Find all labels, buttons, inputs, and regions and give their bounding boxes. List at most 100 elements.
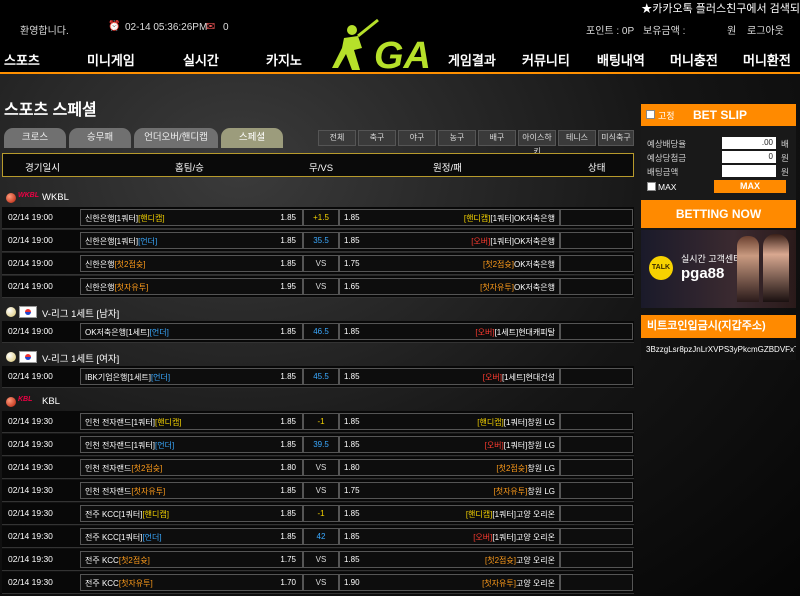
away-bet-cell[interactable]: 1.85 [오버][1세트]현대건설 <box>339 368 560 385</box>
nav-withdraw[interactable]: 머니환전 <box>743 50 791 69</box>
away-bet-cell[interactable]: 1.75 [첫2점슛]OK저축은행 <box>339 255 560 272</box>
filter-basketball[interactable]: 농구 <box>438 130 476 146</box>
nav-minigame[interactable]: 미니게임 <box>87 50 135 69</box>
away-team-name: 고양 오리온 <box>515 579 555 588</box>
away-bet-cell[interactable]: 1.80 [첫2점슛]창원 LG <box>339 459 560 476</box>
filter-tennis[interactable]: 테니스 <box>558 130 596 146</box>
match-date: 02/14 19:00 <box>8 371 53 381</box>
expected-rate-value: .00 <box>722 137 776 149</box>
message-icon[interactable]: ✉ <box>206 20 215 33</box>
away-bet-cell[interactable]: 1.65 [첫자유투]OK저축은행 <box>339 278 560 295</box>
filter-soccer[interactable]: 축구 <box>358 130 396 146</box>
message-count[interactable]: 0 <box>223 22 229 33</box>
away-odds: 1.85 <box>344 213 360 222</box>
draw-cell[interactable]: 35.5 <box>303 232 339 249</box>
draw-cell[interactable]: 39.5 <box>303 436 339 453</box>
away-bet-type: [첫자유투] <box>482 579 516 588</box>
home-odds: 1.80 <box>280 463 296 472</box>
league-header[interactable]: WKBL WKBL <box>2 189 634 207</box>
home-bet-cell[interactable]: IBK기업은행[1세트][언더] 1.85 <box>80 368 303 385</box>
nav-casino[interactable]: 카지노 <box>266 50 302 69</box>
away-bet-cell[interactable]: 1.85 [핸디캡][1쿼터]창원 LG <box>339 413 560 430</box>
home-team: 전주 KCC[첫자유투] <box>85 578 153 589</box>
fix-checkbox[interactable] <box>646 110 655 119</box>
away-bet-cell[interactable]: 1.75 [첫자유투]창원 LG <box>339 482 560 499</box>
away-bet-cell[interactable]: 1.85 [첫2점슛]고양 오리온 <box>339 551 560 568</box>
nav-sports[interactable]: 스포츠 <box>4 50 40 69</box>
nav-deposit[interactable]: 머니충전 <box>670 50 718 69</box>
away-bet-type: [핸디캡] <box>463 214 491 223</box>
max-button[interactable]: MAX <box>714 180 786 193</box>
away-bet-cell[interactable]: 1.90 [첫자유투]고양 오리온 <box>339 574 560 591</box>
table-row: 02/14 19:30 인천 전자랜드[첫자유투] 1.85 VS 1.75 [첫자유투]… <box>2 480 634 502</box>
draw-cell[interactable]: +1.5 <box>303 209 339 226</box>
home-bet-cell[interactable]: 전주 KCC[첫자유투] 1.70 <box>80 574 303 591</box>
tab-cross[interactable]: 크로스 <box>4 128 66 148</box>
draw-cell[interactable]: -1 <box>303 505 339 522</box>
home-odds: 1.85 <box>280 486 296 495</box>
draw-cell[interactable]: 42 <box>303 528 339 545</box>
home-bet-cell[interactable]: 신한은행[1쿼터][언더] 1.85 <box>80 232 303 249</box>
tab-under-over-handicap[interactable]: 언더오버/핸디캡 <box>134 128 218 148</box>
away-bet-cell[interactable]: 1.85 [오버][1세트]현대캐피탈 <box>339 323 560 340</box>
home-team-name: OK저축은행[1세트] <box>85 328 150 337</box>
filter-football[interactable]: 미식축구 <box>598 130 634 146</box>
home-bet-cell[interactable]: 신한은행[첫자유투] 1.95 <box>80 278 303 295</box>
tab-special[interactable]: 스페셜 <box>221 128 283 148</box>
home-team-name: 신한은행[1쿼터] <box>85 214 139 223</box>
draw-cell[interactable]: 45.5 <box>303 368 339 385</box>
home-bet-cell[interactable]: 인천 전자랜드[첫자유투] 1.85 <box>80 482 303 499</box>
home-odds: 1.85 <box>280 440 296 449</box>
home-team: OK저축은행[1세트][언더] <box>85 327 169 338</box>
match-date: 02/14 19:30 <box>8 462 53 472</box>
home-bet-cell[interactable]: OK저축은행[1세트][언더] 1.85 <box>80 323 303 340</box>
away-team: [오버][1쿼터]창원 LG <box>485 440 555 451</box>
away-bet-cell[interactable]: 1.85 [핸디캡][1쿼터]OK저축은행 <box>339 209 560 226</box>
logout-link[interactable]: 로그아웃 <box>747 22 784 37</box>
nav-live[interactable]: 실시간 <box>183 50 219 69</box>
max-checkbox[interactable] <box>647 182 656 191</box>
filter-all[interactable]: 전체 <box>318 130 356 146</box>
draw-cell[interactable]: -1 <box>303 413 339 430</box>
home-bet-cell[interactable]: 전주 KCC[첫2점슛] 1.75 <box>80 551 303 568</box>
filter-volleyball[interactable]: 배구 <box>478 130 516 146</box>
away-odds: 1.85 <box>344 417 360 426</box>
league-header[interactable]: V-리그 1세트 [여자] <box>2 348 634 366</box>
away-bet-cell[interactable]: 1.85 [오버][1쿼터]창원 LG <box>339 436 560 453</box>
site-logo[interactable]: GA <box>330 14 435 76</box>
draw-cell[interactable]: 46.5 <box>303 323 339 340</box>
away-team: [첫자유투]OK저축은행 <box>480 282 555 293</box>
home-bet-cell[interactable]: 신한은행[첫2점슛] 1.85 <box>80 255 303 272</box>
draw-cell: VS <box>303 255 339 272</box>
league-name: KBL <box>42 396 60 407</box>
nav-game-results[interactable]: 게임결과 <box>448 50 496 69</box>
away-bet-cell[interactable]: 1.85 [오버][1쿼터]고양 오리온 <box>339 528 560 545</box>
league-header[interactable]: V-리그 1세트 [남자] <box>2 303 634 321</box>
home-bet-cell[interactable]: 인천 전자랜드[1쿼터][핸디캡] 1.85 <box>80 413 303 430</box>
col-home: 홈팀/승 <box>175 163 204 174</box>
customer-center-banner[interactable]: TALK 실시간 고객센터 pga88 <box>641 230 796 308</box>
bet-slip-header: 고정 BET SLIP <box>641 104 796 126</box>
nav-community[interactable]: 커뮤니티 <box>522 50 570 69</box>
nav-bet-history[interactable]: 배팅내역 <box>597 50 645 69</box>
home-odds: 1.85 <box>280 327 296 336</box>
home-team: IBK기업은행[1세트][언더] <box>85 372 170 383</box>
col-draw: 무/VS <box>309 163 334 174</box>
league-header[interactable]: KBL KBL <box>2 393 634 411</box>
home-bet-cell[interactable]: 전주 KCC[1쿼터][언더] 1.85 <box>80 528 303 545</box>
home-bet-cell[interactable]: 전주 KCC[1쿼터][핸디캡] 1.85 <box>80 505 303 522</box>
filter-baseball[interactable]: 야구 <box>398 130 436 146</box>
home-bet-cell[interactable]: 인천 전자랜드[1쿼터][언더] 1.85 <box>80 436 303 453</box>
bet-amount-input[interactable] <box>722 165 776 177</box>
home-bet-type: [핸디캡] <box>142 510 169 519</box>
tab-win-draw-lose[interactable]: 승무패 <box>69 128 131 148</box>
away-bet-cell[interactable]: 1.85 [핸디캡][1쿼터]고양 오리온 <box>339 505 560 522</box>
home-bet-cell[interactable]: 인천 전자랜드[첫2점슛] 1.80 <box>80 459 303 476</box>
betting-now-button[interactable]: BETTING NOW <box>641 200 796 228</box>
away-bet-cell[interactable]: 1.85 [오버][1쿼터]OK저축은행 <box>339 232 560 249</box>
status-cell <box>560 436 633 453</box>
away-team: [첫2점슛]OK저축은행 <box>483 259 555 270</box>
home-bet-cell[interactable]: 신한은행[1쿼터][핸디캡] 1.85 <box>80 209 303 226</box>
filter-icehockey[interactable]: 아이스하키 <box>518 130 556 156</box>
max-check-label: MAX <box>658 182 677 192</box>
